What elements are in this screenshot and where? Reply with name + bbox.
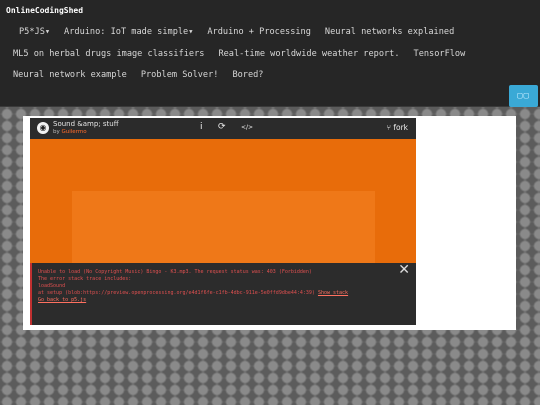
- sketch-title[interactable]: Sound &amp; stuff: [53, 120, 119, 128]
- fork-button[interactable]: ⑂ fork: [386, 123, 408, 132]
- error-line-4: at setup (blob:https://preview.openproce…: [38, 290, 388, 297]
- top-navbar: OnlineCodingShed P5*JS▾ Arduino: IoT mad…: [0, 0, 540, 107]
- error-line-3: loadSound: [38, 283, 66, 289]
- close-icon[interactable]: ✕: [398, 263, 410, 277]
- nav-neural-networks[interactable]: Neural networks explained: [325, 27, 454, 37]
- go-back-link[interactable]: Go back to p5.js: [38, 297, 86, 303]
- nav-problem-solver[interactable]: Problem Solver!: [141, 70, 219, 80]
- author-prefix: by: [53, 129, 60, 135]
- nav-arduino-processing[interactable]: Arduino + Processing: [207, 27, 310, 37]
- error-indicator: [30, 263, 32, 325]
- sketch-author: by Guilermo: [53, 129, 87, 135]
- nav-arduino-iot[interactable]: Arduino: IoT made simple▾: [64, 27, 193, 37]
- error-line-5: Go back to p5.js: [38, 297, 388, 304]
- nav-tensorflow[interactable]: TensorFlow: [414, 49, 466, 59]
- error-line-4-text: at setup (blob:https://preview.openproce…: [38, 290, 315, 296]
- nav-ml5[interactable]: ML5 on herbal drugs image classifiers: [13, 49, 204, 59]
- menu-toggle-button[interactable]: ▢▢: [509, 85, 538, 107]
- code-icon[interactable]: </>: [241, 124, 253, 131]
- nav-row-1: P5*JS▾ Arduino: IoT made simple▾ Arduino…: [19, 27, 454, 37]
- site-brand[interactable]: OnlineCodingShed: [6, 6, 83, 15]
- error-line-2: The error stack trace includes:: [38, 276, 132, 282]
- show-stack-link[interactable]: Show stack: [318, 290, 348, 296]
- author-link[interactable]: Guilermo: [62, 129, 87, 135]
- nav-bored[interactable]: Bored?: [232, 70, 263, 80]
- error-message: Unable to load (No Copyright Music) Bing…: [38, 269, 388, 304]
- nav-row-2: ML5 on herbal drugs image classifiers Re…: [13, 49, 465, 59]
- fork-label: fork: [393, 123, 408, 132]
- sketch-embed: ◉ Sound &amp; stuff by Guilermo i ⟳ </> …: [30, 118, 416, 325]
- openprocessing-logo-icon[interactable]: ◉: [37, 122, 49, 134]
- nav-p5js[interactable]: P5*JS▾: [19, 27, 50, 37]
- sketch-header: ◉ Sound &amp; stuff by Guilermo i ⟳ </> …: [30, 118, 416, 139]
- nav-row-3: Neural network example Problem Solver! B…: [13, 70, 263, 80]
- nav-weather[interactable]: Real-time worldwide weather report.: [218, 49, 399, 59]
- canvas-rectangle: [72, 191, 375, 263]
- nav-nn-example[interactable]: Neural network example: [13, 70, 127, 80]
- restart-icon[interactable]: ⟳: [218, 122, 226, 132]
- error-console: Unable to load (No Copyright Music) Bing…: [30, 263, 416, 325]
- error-line-1: Unable to load (No Copyright Music) Bing…: [38, 269, 312, 275]
- sketch-canvas[interactable]: [30, 139, 416, 263]
- info-icon[interactable]: i: [200, 122, 203, 132]
